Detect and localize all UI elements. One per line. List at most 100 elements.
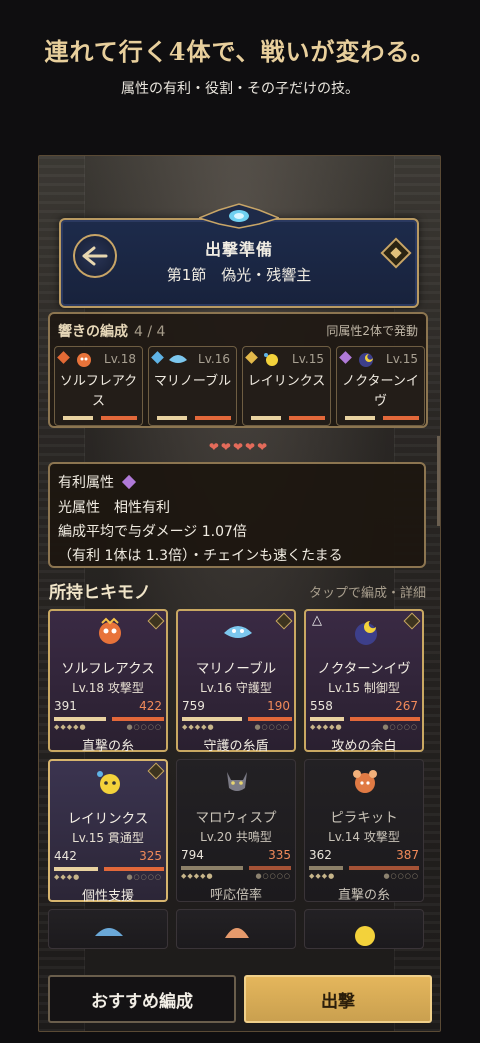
roster-card[interactable]: ソルフレアクス Lv.18 攻撃型 391 422 ◆◆◆◆● ●○○○○ 直撃… [48, 609, 168, 754]
advantage-line-1: 光属性 相性有利 [58, 500, 170, 516]
roster-card[interactable] [48, 909, 168, 949]
marinoble-sprite-icon [224, 626, 252, 638]
hp-bar [54, 717, 106, 721]
blue-creature-sprite-icon [95, 928, 123, 936]
rarity-dots: ◆◆◆● [309, 872, 336, 880]
card-level: Lv.16 守護型 [200, 681, 272, 695]
water-element-icon [151, 351, 164, 364]
roster-card[interactable]: △ ノクターンイヴ Lv.15 制御型 558 267 ◆◆◆◆● ●○○○○ … [304, 609, 424, 754]
team-slot-level: Lv.18 [104, 352, 136, 366]
fire-element-icon [57, 351, 70, 364]
card-skill: 呼応倍率 [209, 888, 262, 903]
scrollbar[interactable] [437, 436, 440, 526]
nocturneeve-sprite-icon [359, 353, 373, 367]
sortie-button[interactable]: 出撃 [244, 975, 432, 1023]
team-slot-name: ノクターンイヴ [342, 374, 419, 409]
back-button[interactable] [73, 234, 117, 278]
atk-bar [112, 717, 164, 721]
card-level: Lv.20 共鳴型 [200, 830, 272, 844]
hp-bar [54, 867, 98, 871]
advantage-line-3: （有利 1体は 1.3倍）・チェインも速くたまる [58, 548, 343, 564]
rarity-dots: ◆◆◆◆● [54, 723, 87, 731]
card-atk: 190 [267, 699, 290, 713]
card-level: Lv.14 攻撃型 [328, 830, 400, 844]
atk-bar [383, 416, 419, 420]
hp-bar [63, 416, 93, 420]
hero-title: 連れて行く4体で、戦いが変わる。 [44, 37, 436, 66]
rarity-dots: ●○○○○ [126, 873, 162, 881]
team-slot-level: Lv.16 [198, 352, 230, 366]
rarity-dots: ●○○○○ [126, 723, 162, 731]
card-skill: 個性支援 [81, 889, 134, 904]
team-slot-name: マリノーブル [153, 374, 232, 389]
advantage-panel: 有利属性 光属性 相性有利 編成平均で与ダメージ 1.07倍 （有利 1体は 1… [48, 462, 426, 568]
card-name: ソルフレアクス [61, 661, 155, 677]
card-atk: 267 [395, 699, 418, 713]
team-slot-2[interactable]: Lv.16 マリノーブル [148, 346, 237, 426]
atk-bar [349, 866, 419, 870]
hero-subtitle: 属性の有利・役割・その子だけの技。 [121, 81, 359, 97]
reilynx-sprite-icon [264, 353, 278, 366]
yellow-creature-sprite-icon [355, 926, 375, 946]
card-level: Lv.15 貫通型 [72, 831, 144, 845]
hp-bar [309, 866, 343, 870]
roster-card[interactable]: ピラキット Lv.14 攻撃型 362 387 ◆◆◆● ●○○○○ 直撃の糸 [304, 759, 424, 903]
card-atk: 335 [268, 848, 291, 862]
card-skill: 直撃の糸 [337, 888, 390, 903]
card-atk: 325 [139, 849, 162, 863]
atk-bar [104, 867, 164, 871]
roster-card[interactable]: マリノーブル Lv.16 守護型 759 190 ◆◆◆◆● ●○○○○ 守護の… [176, 609, 296, 754]
team-slot-1[interactable]: Lv.18 ソルフレアクス [54, 346, 143, 426]
team-panel: 響きの編成 4 / 4 同属性2体で発動 Lv.18 ソルフレアクス Lv.16 … [48, 312, 428, 428]
roster-card[interactable]: レイリンクス Lv.15 貫通型 442 325 ◆◆◆● ●○○○○ 個性支援 [48, 759, 168, 904]
card-hp: 362 [309, 848, 332, 862]
rarity-dots: ◆◆◆◆● [181, 872, 214, 880]
card-name: レイリンクス [67, 811, 149, 827]
hp-bar [181, 866, 243, 870]
card-name: ピラキット [330, 810, 398, 826]
chain-hearts: ❤❤❤❤❤ [208, 440, 270, 454]
team-label: 響きの編成 4 / 4 [58, 324, 166, 340]
solflareax-sprite-icon [99, 617, 121, 644]
roster-card[interactable] [176, 909, 296, 949]
advantage-line-2: 編成平均で与ダメージ 1.07倍 [58, 524, 247, 540]
recommend-team-button[interactable]: おすすめ編成 [48, 975, 236, 1023]
roster-note: タップで編成・詳細 [308, 586, 426, 601]
card-hp: 794 [181, 848, 204, 862]
marinoble-sprite-icon [169, 355, 187, 363]
team-badge-icon [403, 612, 421, 630]
rarity-dots: ●○○○○ [383, 872, 419, 880]
roster-card[interactable]: マロウィスプ Lv.20 共鳴型 794 335 ◆◆◆◆● ●○○○○ 呼応倍… [176, 759, 296, 903]
card-name: マリノーブル [195, 661, 277, 677]
card-name: マロウィスプ [195, 810, 277, 826]
arrow-left-icon [82, 246, 108, 266]
card-skill: 守護の糸盾 [203, 739, 269, 754]
card-skill: 攻めの余白 [331, 739, 397, 754]
game-screen: 出撃準備 第1節 偽光・残響主 響きの編成 4 / 4 同属性2体で発動 Lv.1… [38, 155, 441, 1032]
advantage-title: 有利属性 [58, 472, 137, 492]
card-hp: 759 [182, 699, 205, 713]
crest-gem-icon [199, 203, 279, 229]
team-slot-4[interactable]: Lv.15 ノクターンイヴ [336, 346, 425, 426]
card-atk: 387 [396, 848, 419, 862]
hp-bar [345, 416, 375, 420]
rarity-dots: ◆◆◆◆● [310, 723, 343, 731]
roster-card[interactable] [304, 909, 424, 949]
team-slot-3[interactable]: Lv.15 レイリンクス [242, 346, 331, 426]
atk-bar [248, 717, 292, 721]
card-hp: 442 [54, 849, 77, 863]
dark-element-icon [339, 351, 352, 364]
team-slot-name: ソルフレアクス [59, 374, 138, 409]
rarity-dots: ●○○○○ [255, 872, 291, 880]
team-badge-icon [147, 612, 165, 630]
card-hp: 558 [310, 699, 333, 713]
rarity-dots: ◆◆◆◆● [182, 723, 215, 731]
hp-bar [182, 717, 242, 721]
card-level: Lv.15 制御型 [328, 681, 400, 695]
card-atk: 422 [139, 699, 162, 713]
hp-bar [310, 717, 344, 721]
hp-bar [157, 416, 187, 420]
rarity-dots: ●○○○○ [254, 723, 290, 731]
team-note: 同属性2体で発動 [326, 324, 418, 338]
marrowisp-sprite-icon [227, 772, 247, 791]
